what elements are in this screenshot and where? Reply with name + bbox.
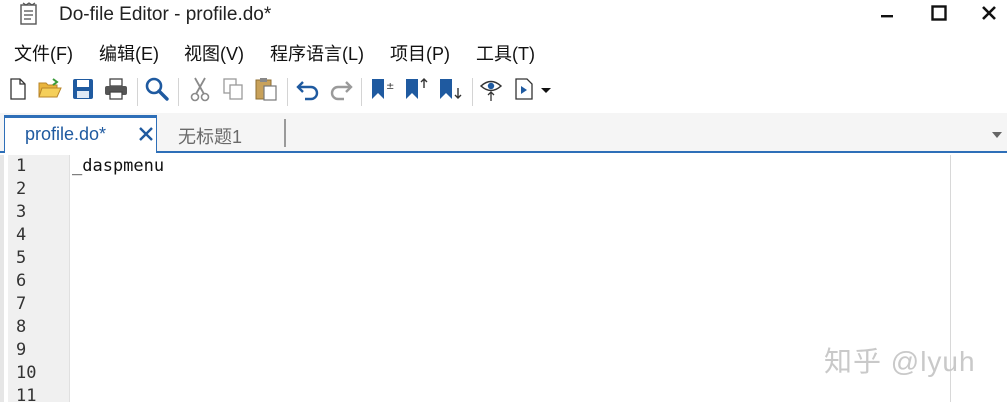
undo-button[interactable]: [292, 74, 324, 108]
previous-bookmark-button[interactable]: [400, 74, 432, 108]
next-bookmark-icon: [436, 76, 464, 107]
toggle-bookmark-button[interactable]: ±: [366, 74, 398, 108]
tab-list-dropdown[interactable]: [990, 127, 1004, 138]
toolbar-separator: [178, 78, 179, 106]
minimize-icon: [880, 6, 894, 25]
line-number: 2: [16, 179, 27, 199]
toolbar-separator: [472, 78, 473, 106]
line-number: 4: [16, 225, 27, 245]
line-number: 9: [16, 340, 27, 360]
execute-dropdown-button[interactable]: [536, 74, 556, 108]
chevron-down-icon: [992, 132, 1002, 138]
watermark: 知乎 @lyuh: [824, 346, 976, 377]
copy-button[interactable]: [217, 74, 249, 108]
cut-icon: [189, 76, 211, 107]
close-window-button[interactable]: [966, 0, 1007, 30]
menu-view[interactable]: 视图(V): [184, 40, 244, 66]
new-file-icon: [8, 77, 28, 106]
tab-close-button[interactable]: [137, 125, 155, 143]
redo-button[interactable]: [325, 74, 357, 108]
menu-file[interactable]: 文件(F): [14, 40, 73, 66]
line-number: 7: [16, 294, 27, 314]
find-icon: [144, 76, 170, 107]
show-whitespace-icon: [478, 76, 504, 107]
tab-strip: profile.do* 无标题1: [0, 113, 1007, 153]
tab-profile-do[interactable]: profile.do*: [4, 115, 157, 153]
tab-divider: [284, 119, 286, 147]
line-number: 10: [16, 363, 37, 383]
code-line[interactable]: _daspmenu: [72, 156, 164, 176]
show-whitespace-button[interactable]: [475, 74, 507, 108]
menu-language[interactable]: 程序语言(L): [270, 40, 364, 66]
maximize-icon: [931, 4, 947, 26]
toolbar-separator: [137, 78, 138, 106]
line-number: 1: [16, 156, 27, 176]
maximize-button[interactable]: [916, 0, 962, 30]
menu-edit[interactable]: 编辑(E): [99, 40, 159, 66]
minimize-button[interactable]: [864, 0, 910, 30]
close-icon: [139, 127, 153, 141]
menu-bar: 文件(F) 编辑(E) 视图(V) 程序语言(L) 项目(P) 工具(T): [0, 36, 1007, 68]
next-bookmark-button[interactable]: [434, 74, 466, 108]
title-bar: Do-file Editor - profile.do*: [0, 0, 1007, 30]
svg-text:±: ±: [386, 81, 394, 92]
open-folder-icon: [37, 77, 63, 106]
line-number: 3: [16, 202, 27, 222]
do-file-icon: [18, 2, 40, 26]
execute-icon: [513, 77, 537, 106]
line-number: 11: [16, 386, 37, 402]
toolbar: ±: [0, 72, 1007, 112]
tab-label: profile.do*: [25, 124, 107, 144]
open-button[interactable]: [34, 74, 66, 108]
menu-tools[interactable]: 工具(T): [476, 40, 535, 66]
line-number: 6: [16, 271, 27, 291]
code-editor[interactable]: 1 2 3 4 5 6 7 8 9 10 11 _daspmenu 知乎 @ly…: [0, 155, 1007, 402]
toggle-bookmark-icon: ±: [368, 76, 396, 107]
line-number: 8: [16, 317, 27, 337]
paste-button[interactable]: [250, 74, 282, 108]
window-title: Do-file Editor - profile.do*: [59, 4, 272, 25]
paste-icon: [254, 76, 278, 107]
undo-icon: [295, 77, 321, 106]
previous-bookmark-icon: [402, 76, 430, 107]
line-number: 5: [16, 248, 27, 268]
save-icon: [71, 77, 95, 106]
chevron-down-icon: [539, 82, 553, 100]
tab-untitled-1[interactable]: 无标题1: [178, 123, 242, 149]
print-icon: [103, 77, 129, 106]
toolbar-separator: [361, 78, 362, 106]
find-button[interactable]: [141, 74, 173, 108]
toolbar-separator: [287, 78, 288, 106]
close-icon: [981, 5, 997, 26]
cut-button[interactable]: [184, 74, 216, 108]
save-button[interactable]: [67, 74, 99, 108]
redo-icon: [328, 77, 354, 106]
menu-project[interactable]: 项目(P): [390, 40, 450, 66]
print-button[interactable]: [100, 74, 132, 108]
copy-icon: [221, 77, 245, 106]
line-number-gutter: 1 2 3 4 5 6 7 8 9 10 11: [8, 155, 70, 402]
new-file-button[interactable]: [2, 74, 34, 108]
